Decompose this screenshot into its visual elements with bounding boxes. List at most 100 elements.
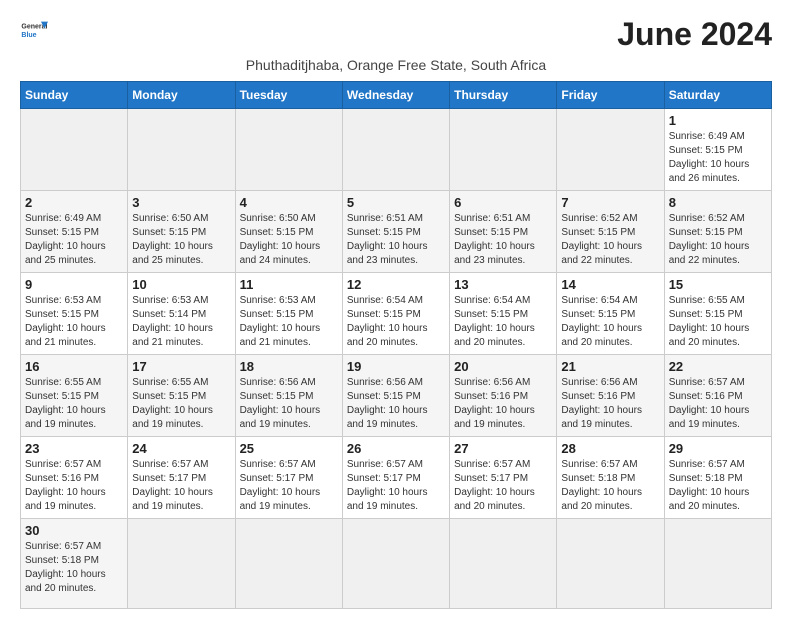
- day-info: Sunrise: 6:53 AM Sunset: 5:15 PM Dayligh…: [25, 294, 123, 350]
- page-subtitle: Phuthaditjhaba, Orange Free State, South…: [20, 57, 772, 73]
- day-info: Sunrise: 6:55 AM Sunset: 5:15 PM Dayligh…: [25, 376, 123, 432]
- calendar-cell: 16 Sunrise: 6:55 AM Sunset: 5:15 PM Dayli…: [21, 355, 128, 437]
- day-number: 4: [240, 195, 338, 210]
- calendar-cell: 29 Sunrise: 6:57 AM Sunset: 5:18 PM Dayli…: [664, 437, 771, 519]
- day-info: Sunrise: 6:57 AM Sunset: 5:17 PM Dayligh…: [132, 458, 230, 514]
- calendar-cell: 19 Sunrise: 6:56 AM Sunset: 5:15 PM Dayli…: [342, 355, 449, 437]
- day-info: Sunrise: 6:51 AM Sunset: 5:15 PM Dayligh…: [347, 212, 445, 268]
- calendar-cell: [557, 519, 664, 609]
- day-info: Sunrise: 6:56 AM Sunset: 5:16 PM Dayligh…: [561, 376, 659, 432]
- day-info: Sunrise: 6:57 AM Sunset: 5:16 PM Dayligh…: [669, 376, 767, 432]
- day-number: 11: [240, 277, 338, 292]
- day-info: Sunrise: 6:52 AM Sunset: 5:15 PM Dayligh…: [669, 212, 767, 268]
- day-number: 1: [669, 113, 767, 128]
- day-number: 12: [347, 277, 445, 292]
- calendar-cell: [450, 519, 557, 609]
- calendar-cell: [235, 519, 342, 609]
- calendar-cell: 15 Sunrise: 6:55 AM Sunset: 5:15 PM Dayli…: [664, 273, 771, 355]
- calendar-cell: 27Sunrise: 6:57 AM Sunset: 5:17 PM Dayli…: [450, 437, 557, 519]
- day-info: Sunrise: 6:57 AM Sunset: 5:17 PM Dayligh…: [240, 458, 338, 514]
- day-number: 18: [240, 359, 338, 374]
- calendar-cell: 14 Sunrise: 6:54 AM Sunset: 5:15 PM Dayli…: [557, 273, 664, 355]
- calendar-cell: 3 Sunrise: 6:50 AM Sunset: 5:15 PM Daylig…: [128, 191, 235, 273]
- day-number: 13: [454, 277, 552, 292]
- weekday-header-saturday: Saturday: [664, 82, 771, 109]
- calendar-cell: 11Sunrise: 6:53 AM Sunset: 5:15 PM Dayli…: [235, 273, 342, 355]
- weekday-header-wednesday: Wednesday: [342, 82, 449, 109]
- day-info: Sunrise: 6:54 AM Sunset: 5:15 PM Dayligh…: [561, 294, 659, 350]
- day-info: Sunrise: 6:56 AM Sunset: 5:15 PM Dayligh…: [347, 376, 445, 432]
- day-number: 29: [669, 441, 767, 456]
- calendar-cell: 1Sunrise: 6:49 AM Sunset: 5:15 PM Daylig…: [664, 109, 771, 191]
- calendar-table: SundayMondayTuesdayWednesdayThursdayFrid…: [20, 81, 772, 609]
- calendar-cell: 6 Sunrise: 6:51 AM Sunset: 5:15 PM Daylig…: [450, 191, 557, 273]
- calendar-cell: 7 Sunrise: 6:52 AM Sunset: 5:15 PM Daylig…: [557, 191, 664, 273]
- weekday-header-tuesday: Tuesday: [235, 82, 342, 109]
- calendar-cell: 2 Sunrise: 6:49 AM Sunset: 5:15 PM Daylig…: [21, 191, 128, 273]
- day-number: 28: [561, 441, 659, 456]
- day-info: Sunrise: 6:51 AM Sunset: 5:15 PM Dayligh…: [454, 212, 552, 268]
- calendar-cell: [342, 109, 449, 191]
- day-info: Sunrise: 6:54 AM Sunset: 5:15 PM Dayligh…: [454, 294, 552, 350]
- day-number: 15: [669, 277, 767, 292]
- day-number: 7: [561, 195, 659, 210]
- calendar-cell: 9 Sunrise: 6:53 AM Sunset: 5:15 PM Daylig…: [21, 273, 128, 355]
- calendar-cell: 17 Sunrise: 6:55 AM Sunset: 5:15 PM Dayli…: [128, 355, 235, 437]
- weekday-header-thursday: Thursday: [450, 82, 557, 109]
- day-number: 26: [347, 441, 445, 456]
- day-number: 16: [25, 359, 123, 374]
- day-number: 2: [25, 195, 123, 210]
- day-number: 8: [669, 195, 767, 210]
- day-info: Sunrise: 6:57 AM Sunset: 5:18 PM Dayligh…: [561, 458, 659, 514]
- weekday-header-monday: Monday: [128, 82, 235, 109]
- day-number: 24: [132, 441, 230, 456]
- calendar-cell: 22 Sunrise: 6:57 AM Sunset: 5:16 PM Dayli…: [664, 355, 771, 437]
- day-number: 23: [25, 441, 123, 456]
- day-number: 22: [669, 359, 767, 374]
- calendar-cell: 30 Sunrise: 6:57 AM Sunset: 5:18 PM Dayli…: [21, 519, 128, 609]
- day-number: 9: [25, 277, 123, 292]
- calendar-week-row: 30 Sunrise: 6:57 AM Sunset: 5:18 PM Dayli…: [21, 519, 772, 609]
- calendar-week-row: 2 Sunrise: 6:49 AM Sunset: 5:15 PM Daylig…: [21, 191, 772, 273]
- day-info: Sunrise: 6:55 AM Sunset: 5:15 PM Dayligh…: [669, 294, 767, 350]
- day-number: 14: [561, 277, 659, 292]
- calendar-cell: 23 Sunrise: 6:57 AM Sunset: 5:16 PM Dayli…: [21, 437, 128, 519]
- calendar-cell: [664, 519, 771, 609]
- calendar-cell: 8 Sunrise: 6:52 AM Sunset: 5:15 PM Daylig…: [664, 191, 771, 273]
- calendar-cell: [128, 519, 235, 609]
- day-info: Sunrise: 6:49 AM Sunset: 5:15 PM Dayligh…: [25, 212, 123, 268]
- logo: General Blue: [20, 16, 48, 44]
- day-info: Sunrise: 6:52 AM Sunset: 5:15 PM Dayligh…: [561, 212, 659, 268]
- calendar-week-row: 1Sunrise: 6:49 AM Sunset: 5:15 PM Daylig…: [21, 109, 772, 191]
- page: General Blue June 2024 Phuthaditjhaba, O…: [0, 0, 792, 625]
- logo-icon: General Blue: [20, 16, 48, 44]
- day-number: 3: [132, 195, 230, 210]
- day-number: 30: [25, 523, 123, 538]
- calendar-week-row: 23 Sunrise: 6:57 AM Sunset: 5:16 PM Dayli…: [21, 437, 772, 519]
- calendar-cell: 25 Sunrise: 6:57 AM Sunset: 5:17 PM Dayli…: [235, 437, 342, 519]
- calendar-cell: 18Sunrise: 6:56 AM Sunset: 5:15 PM Dayli…: [235, 355, 342, 437]
- day-number: 20: [454, 359, 552, 374]
- day-number: 17: [132, 359, 230, 374]
- day-info: Sunrise: 6:57 AM Sunset: 5:16 PM Dayligh…: [25, 458, 123, 514]
- calendar-cell: [450, 109, 557, 191]
- day-number: 6: [454, 195, 552, 210]
- day-info: Sunrise: 6:55 AM Sunset: 5:15 PM Dayligh…: [132, 376, 230, 432]
- day-info: Sunrise: 6:53 AM Sunset: 5:14 PM Dayligh…: [132, 294, 230, 350]
- weekday-header-friday: Friday: [557, 82, 664, 109]
- day-info: Sunrise: 6:54 AM Sunset: 5:15 PM Dayligh…: [347, 294, 445, 350]
- calendar-cell: 26Sunrise: 6:57 AM Sunset: 5:17 PM Dayli…: [342, 437, 449, 519]
- calendar-cell: [21, 109, 128, 191]
- calendar-cell: 28 Sunrise: 6:57 AM Sunset: 5:18 PM Dayli…: [557, 437, 664, 519]
- day-info: Sunrise: 6:57 AM Sunset: 5:18 PM Dayligh…: [25, 540, 123, 596]
- day-info: Sunrise: 6:50 AM Sunset: 5:15 PM Dayligh…: [132, 212, 230, 268]
- calendar-cell: [128, 109, 235, 191]
- calendar-cell: 5 Sunrise: 6:51 AM Sunset: 5:15 PM Daylig…: [342, 191, 449, 273]
- day-number: 19: [347, 359, 445, 374]
- day-info: Sunrise: 6:57 AM Sunset: 5:17 PM Dayligh…: [454, 458, 552, 514]
- header: General Blue June 2024: [20, 16, 772, 53]
- calendar-cell: 20Sunrise: 6:56 AM Sunset: 5:16 PM Dayli…: [450, 355, 557, 437]
- day-number: 25: [240, 441, 338, 456]
- day-number: 5: [347, 195, 445, 210]
- day-info: Sunrise: 6:57 AM Sunset: 5:18 PM Dayligh…: [669, 458, 767, 514]
